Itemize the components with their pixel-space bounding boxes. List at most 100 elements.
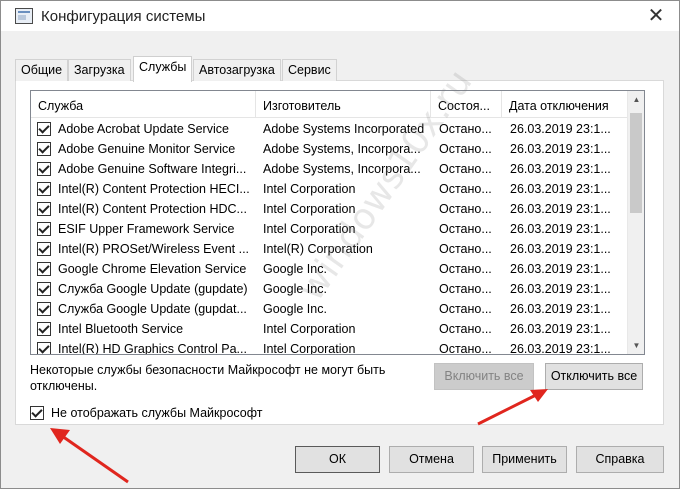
row-checkbox-icon[interactable] <box>37 202 51 216</box>
tab-boot[interactable]: Загрузка <box>68 59 131 81</box>
cell-vendor: Google Inc. <box>263 302 327 316</box>
cell-date: 26.03.2019 23:1... <box>510 342 611 355</box>
scroll-thumb[interactable] <box>630 113 642 213</box>
title-bar: Конфигурация системы ✕ <box>1 1 679 31</box>
cell-vendor: Adobe Systems, Incorpora... <box>263 142 421 156</box>
checkbox-checked-icon[interactable] <box>30 406 44 420</box>
row-checkbox-icon[interactable] <box>37 282 51 296</box>
apply-button[interactable]: Применить <box>482 446 567 473</box>
cell-date: 26.03.2019 23:1... <box>510 302 611 316</box>
cell-service: Служба Google Update (gupdate) <box>58 282 248 296</box>
table-row[interactable]: Adobe Genuine Monitor Service Adobe Syste… <box>31 139 627 159</box>
tab-tools[interactable]: Сервис <box>282 59 337 81</box>
list-rows: Adobe Acrobat Update Service Adobe System… <box>31 119 627 355</box>
cell-date: 26.03.2019 23:1... <box>510 122 611 136</box>
cell-service: Adobe Genuine Software Integri... <box>58 162 247 176</box>
column-header-service[interactable]: Служба <box>31 91 256 118</box>
cell-vendor: Intel Corporation <box>263 222 356 236</box>
column-header-date[interactable]: Дата отключения <box>502 91 627 118</box>
scroll-down-arrow-icon[interactable]: ▼ <box>628 337 644 354</box>
cell-vendor: Google Inc. <box>263 282 327 296</box>
cell-status: Остано... <box>439 302 492 316</box>
cell-service: Intel(R) Content Protection HECI... <box>58 182 250 196</box>
row-checkbox-icon[interactable] <box>37 182 51 196</box>
cell-status: Остано... <box>439 222 492 236</box>
security-note: Некоторые службы безопасности Майкрософт… <box>30 363 386 393</box>
cell-service: Adobe Acrobat Update Service <box>58 122 229 136</box>
ok-button[interactable]: ОК <box>295 446 380 473</box>
cell-status: Остано... <box>439 162 492 176</box>
cell-date: 26.03.2019 23:1... <box>510 142 611 156</box>
cell-status: Остано... <box>439 142 492 156</box>
table-row[interactable]: Intel(R) Content Protection HECI... Intel… <box>31 179 627 199</box>
cell-status: Остано... <box>439 122 492 136</box>
cell-date: 26.03.2019 23:1... <box>510 222 611 236</box>
table-row[interactable]: Intel(R) Content Protection HDC... Intel … <box>31 199 627 219</box>
services-list: Служба Изготовитель Состоя... Дата отклю… <box>30 90 645 355</box>
cell-vendor: Intel Corporation <box>263 202 356 216</box>
tab-services[interactable]: Службы <box>133 56 193 82</box>
row-checkbox-icon[interactable] <box>37 242 51 256</box>
table-row[interactable]: ESIF Upper Framework Service Intel Corpor… <box>31 219 627 239</box>
cell-vendor: Intel Corporation <box>263 342 356 355</box>
cell-service: Intel(R) HD Graphics Control Pa... <box>58 342 247 355</box>
table-row[interactable]: Adobe Genuine Software Integri... Adobe S… <box>31 159 627 179</box>
cell-date: 26.03.2019 23:1... <box>510 162 611 176</box>
cell-service: Google Chrome Elevation Service <box>58 262 247 276</box>
table-row[interactable]: Intel Bluetooth Service Intel Corporation… <box>31 319 627 339</box>
row-checkbox-icon[interactable] <box>37 222 51 236</box>
cancel-button[interactable]: Отмена <box>389 446 474 473</box>
column-header-vendor[interactable]: Изготовитель <box>256 91 431 118</box>
row-checkbox-icon[interactable] <box>37 302 51 316</box>
column-header-status[interactable]: Состоя... <box>431 91 502 118</box>
help-button[interactable]: Справка <box>576 446 664 473</box>
row-checkbox-icon[interactable] <box>37 162 51 176</box>
cell-vendor: Google Inc. <box>263 262 327 276</box>
cell-status: Остано... <box>439 342 492 355</box>
tab-general[interactable]: Общие <box>15 59 69 81</box>
cell-date: 26.03.2019 23:1... <box>510 262 611 276</box>
enable-all-button[interactable]: Включить все <box>434 363 534 390</box>
disable-all-button[interactable]: Отключить все <box>545 363 643 390</box>
table-row[interactable]: Google Chrome Elevation Service Google In… <box>31 259 627 279</box>
msconfig-app-icon <box>15 8 33 24</box>
hide-microsoft-services-label: Не отображать службы Майкрософт <box>51 406 263 420</box>
cell-date: 26.03.2019 23:1... <box>510 182 611 196</box>
scroll-up-arrow-icon[interactable]: ▲ <box>628 91 644 108</box>
cell-date: 26.03.2019 23:1... <box>510 282 611 296</box>
cell-service: Служба Google Update (gupdat... <box>58 302 247 316</box>
cell-vendor: Adobe Systems, Incorpora... <box>263 162 421 176</box>
row-checkbox-icon[interactable] <box>37 262 51 276</box>
cell-service: Intel(R) PROSet/Wireless Event ... <box>58 242 250 256</box>
cell-date: 26.03.2019 23:1... <box>510 322 611 336</box>
close-button[interactable]: ✕ <box>641 3 671 29</box>
row-checkbox-icon[interactable] <box>37 322 51 336</box>
cell-vendor: Intel(R) Corporation <box>263 242 373 256</box>
cell-status: Остано... <box>439 282 492 296</box>
vertical-scrollbar[interactable]: ▲ ▼ <box>627 91 644 354</box>
cell-service: Adobe Genuine Monitor Service <box>58 142 236 156</box>
tab-startup[interactable]: Автозагрузка <box>193 59 281 81</box>
cell-date: 26.03.2019 23:1... <box>510 202 611 216</box>
cell-vendor: Adobe Systems Incorporated <box>263 122 425 136</box>
table-row[interactable]: Adobe Acrobat Update Service Adobe System… <box>31 119 627 139</box>
row-checkbox-icon[interactable] <box>37 342 51 354</box>
row-checkbox-icon[interactable] <box>37 122 51 136</box>
window-title: Конфигурация системы <box>41 8 206 25</box>
cell-status: Остано... <box>439 242 492 256</box>
table-row[interactable]: Intel(R) HD Graphics Control Pa... Intel … <box>31 339 627 355</box>
row-checkbox-icon[interactable] <box>37 142 51 156</box>
table-row[interactable]: Intel(R) PROSet/Wireless Event ... Intel(… <box>31 239 627 259</box>
cell-service: Intel(R) Content Protection HDC... <box>58 202 247 216</box>
cell-status: Остано... <box>439 262 492 276</box>
cell-status: Остано... <box>439 322 492 336</box>
cell-vendor: Intel Corporation <box>263 182 356 196</box>
table-row[interactable]: Служба Google Update (gupdate) Google Inc… <box>31 279 627 299</box>
cell-service: ESIF Upper Framework Service <box>58 222 235 236</box>
cell-status: Остано... <box>439 202 492 216</box>
cell-status: Остано... <box>439 182 492 196</box>
cell-date: 26.03.2019 23:1... <box>510 242 611 256</box>
list-header: Служба Изготовитель Состоя... Дата отклю… <box>31 91 627 118</box>
table-row[interactable]: Служба Google Update (gupdat... Google In… <box>31 299 627 319</box>
cell-vendor: Intel Corporation <box>263 322 356 336</box>
